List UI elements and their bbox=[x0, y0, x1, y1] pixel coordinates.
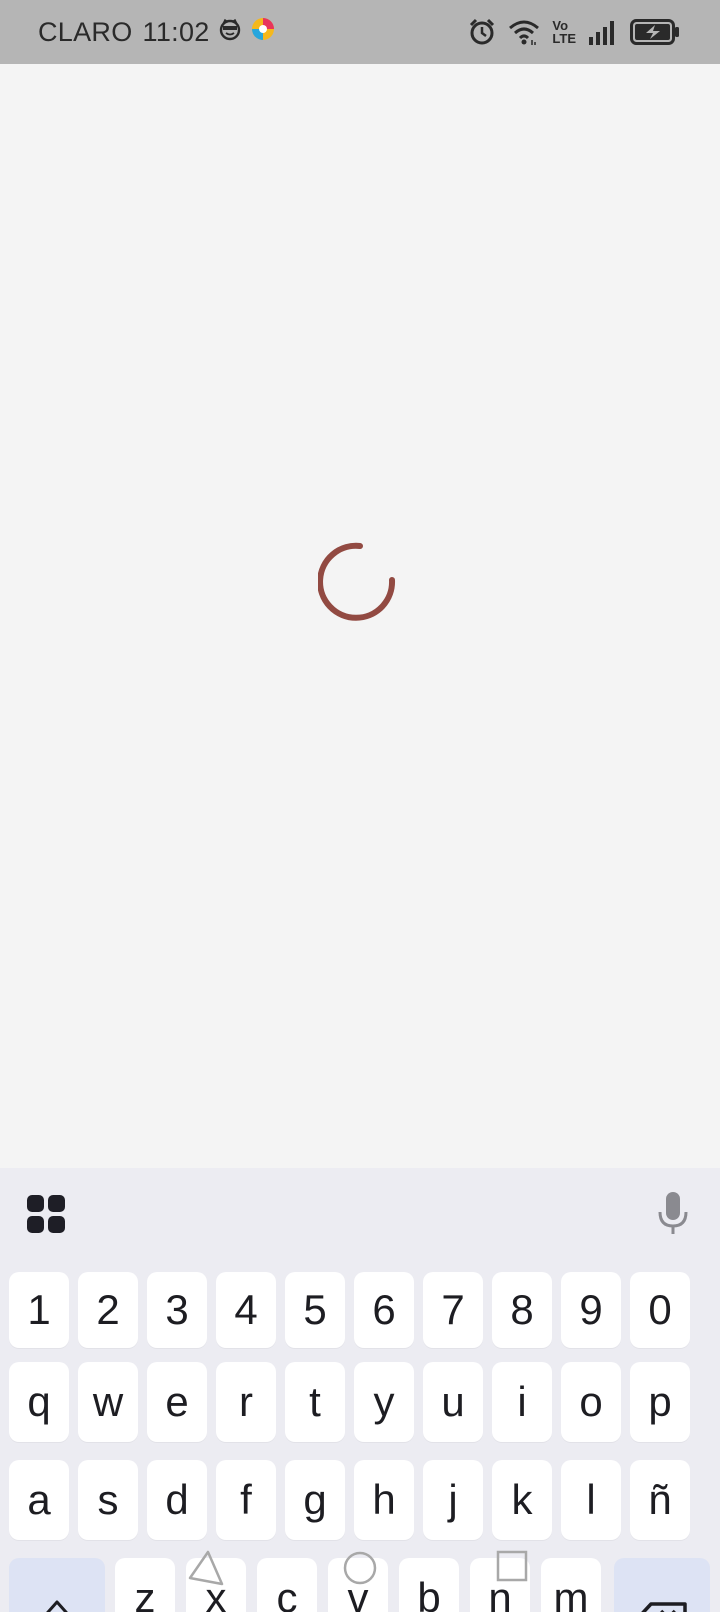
key-q[interactable]: q bbox=[9, 1362, 69, 1442]
key-u[interactable]: u bbox=[423, 1362, 483, 1442]
key-5[interactable]: 5 bbox=[285, 1272, 345, 1348]
key-6[interactable]: 6 bbox=[354, 1272, 414, 1348]
key-z[interactable]: z bbox=[115, 1558, 175, 1612]
key-v[interactable]: v bbox=[328, 1558, 388, 1612]
smiley-cat-icon bbox=[218, 17, 242, 48]
alarm-icon bbox=[468, 18, 496, 46]
key-t[interactable]: t bbox=[285, 1362, 345, 1442]
key-o[interactable]: o bbox=[561, 1362, 621, 1442]
key-8[interactable]: 8 bbox=[492, 1272, 552, 1348]
key-f[interactable]: f bbox=[216, 1460, 276, 1540]
key-3[interactable]: 3 bbox=[147, 1272, 207, 1348]
key-ñ[interactable]: ñ bbox=[630, 1460, 690, 1540]
key-7[interactable]: 7 bbox=[423, 1272, 483, 1348]
key-a[interactable]: a bbox=[9, 1460, 69, 1540]
backspace-icon bbox=[641, 1602, 687, 1612]
status-right: Vo LTE bbox=[468, 0, 680, 64]
battery-charging-icon bbox=[630, 18, 680, 46]
key-2[interactable]: 2 bbox=[78, 1272, 138, 1348]
key-1[interactable]: 1 bbox=[9, 1272, 69, 1348]
keyboard-toolbar bbox=[0, 1168, 720, 1264]
status-bar: CLARO 11:02 Vo LTE bbox=[0, 0, 720, 64]
key-i[interactable]: i bbox=[492, 1362, 552, 1442]
key-y[interactable]: y bbox=[354, 1362, 414, 1442]
carrier-name: CLARO bbox=[38, 16, 133, 47]
key-w[interactable]: w bbox=[78, 1362, 138, 1442]
key-s[interactable]: s bbox=[78, 1460, 138, 1540]
wifi-icon bbox=[508, 18, 540, 46]
keyboard: 1234567890 qwertyuiop asdfghjklñ zxcvbnm bbox=[0, 1168, 720, 1612]
loading-spinner bbox=[318, 542, 396, 621]
shift-icon bbox=[46, 1600, 68, 1612]
clock: 11:02 bbox=[142, 16, 210, 47]
key-b[interactable]: b bbox=[399, 1558, 459, 1612]
shift-key[interactable] bbox=[9, 1558, 105, 1612]
key-g[interactable]: g bbox=[285, 1460, 345, 1540]
key-r[interactable]: r bbox=[216, 1362, 276, 1442]
main-content bbox=[0, 64, 720, 1168]
key-0[interactable]: 0 bbox=[630, 1272, 690, 1348]
key-4[interactable]: 4 bbox=[216, 1272, 276, 1348]
key-x[interactable]: x bbox=[186, 1558, 246, 1612]
key-9[interactable]: 9 bbox=[561, 1272, 621, 1348]
key-h[interactable]: h bbox=[354, 1460, 414, 1540]
volte-icon: Vo LTE bbox=[552, 19, 576, 45]
key-l[interactable]: l bbox=[561, 1460, 621, 1540]
key-c[interactable]: c bbox=[257, 1558, 317, 1612]
key-p[interactable]: p bbox=[630, 1362, 690, 1442]
apps-grid-icon[interactable] bbox=[26, 1194, 66, 1234]
microphone-icon[interactable] bbox=[656, 1190, 690, 1238]
status-left: CLARO 11:02 bbox=[38, 16, 276, 49]
key-j[interactable]: j bbox=[423, 1460, 483, 1540]
app-color-icon bbox=[250, 16, 276, 49]
volte-bottom: LTE bbox=[552, 31, 576, 46]
key-e[interactable]: e bbox=[147, 1362, 207, 1442]
key-k[interactable]: k bbox=[492, 1460, 552, 1540]
key-n[interactable]: n bbox=[470, 1558, 530, 1612]
key-m[interactable]: m bbox=[541, 1558, 601, 1612]
backspace-key[interactable] bbox=[614, 1558, 710, 1612]
key-d[interactable]: d bbox=[147, 1460, 207, 1540]
signal-icon bbox=[588, 19, 618, 45]
